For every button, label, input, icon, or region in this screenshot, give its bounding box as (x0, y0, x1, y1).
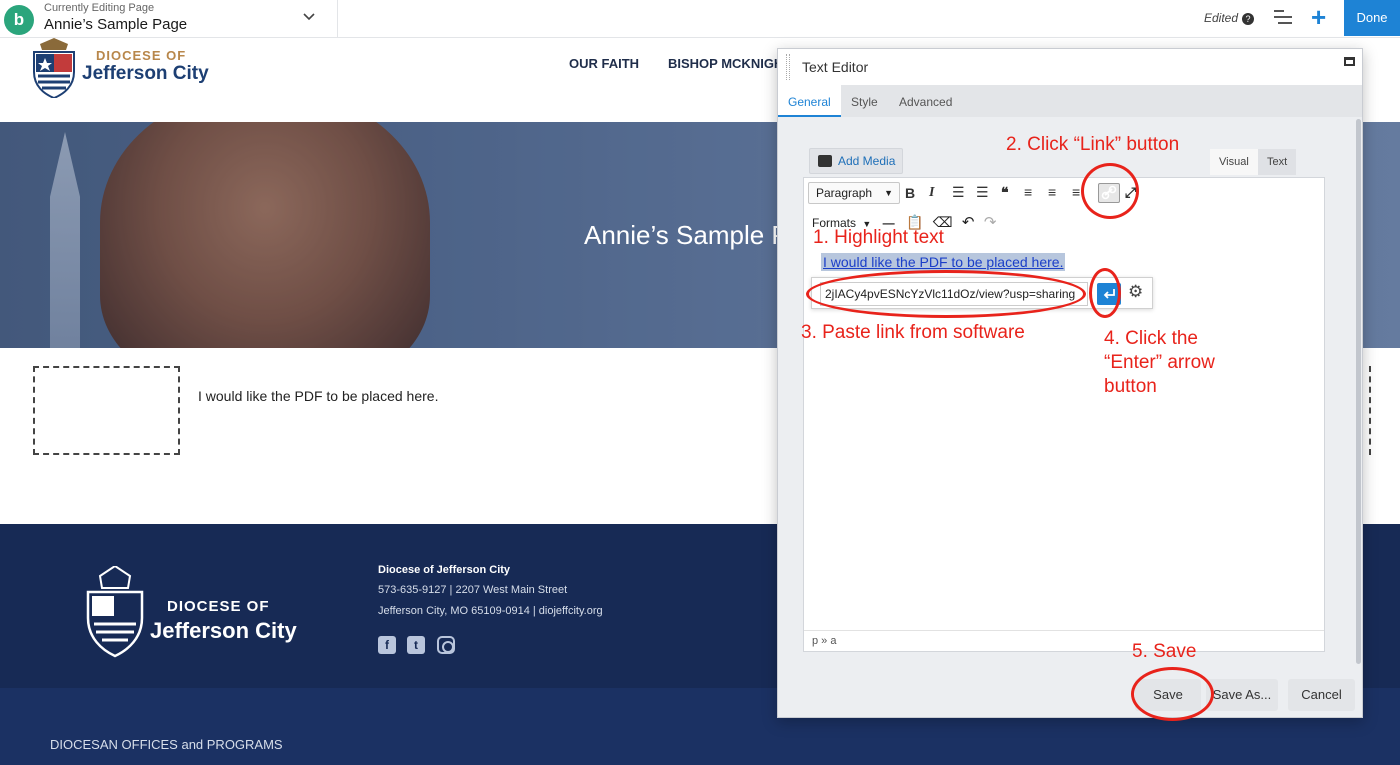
edited-status[interactable]: Edited? (1204, 11, 1255, 25)
beaver-builder-logo[interactable]: b (4, 5, 34, 35)
module-outline (1366, 366, 1371, 455)
tab-style[interactable]: Style (841, 85, 888, 117)
undo-icon[interactable]: ↶ (962, 214, 975, 231)
nav-item-our-faith[interactable]: OUR FAITH (569, 56, 639, 71)
annotation-step-4-line-2: “Enter” arrow (1104, 352, 1215, 373)
format-select-value: Paragraph (816, 186, 873, 200)
content-paragraph[interactable]: I would like the PDF to be placed here. (198, 388, 438, 404)
tab-text[interactable]: Text (1258, 149, 1297, 175)
tab-general[interactable]: General (778, 85, 841, 117)
panel-scrollbar[interactable] (1356, 119, 1361, 664)
footer-org-main: Jefferson City (150, 618, 297, 643)
selected-link-text[interactable]: I would like the PDF to be placed here. (821, 253, 1066, 271)
footer-org-top: DIOCESE OF (167, 598, 270, 615)
annotation-step-5: 5. Save (1132, 641, 1197, 662)
chevron-down-icon[interactable] (303, 8, 315, 24)
done-button[interactable]: Done (1344, 0, 1400, 36)
cancel-button[interactable]: Cancel (1288, 679, 1355, 711)
link-options-gear-icon[interactable]: ⚙ (1128, 282, 1143, 302)
media-icon (818, 155, 832, 167)
annotation-ring-link (1081, 163, 1139, 219)
annotation-step-3: 3. Paste link from software (801, 322, 1025, 343)
instagram-icon[interactable] (437, 636, 455, 654)
outline-icon[interactable] (1274, 10, 1292, 28)
page-switcher[interactable]: Currently Editing Page Annie’s Sample Pa… (44, 2, 187, 34)
hero-title: Annie’s Sample P (584, 220, 789, 250)
align-right-icon[interactable]: ≡ (1072, 183, 1080, 201)
blockquote-icon[interactable]: ❝ (1001, 183, 1009, 201)
help-icon[interactable]: ? (1242, 12, 1255, 25)
annotation-step-4-line-3: button (1104, 376, 1157, 397)
italic-icon[interactable]: I (929, 184, 934, 202)
bullet-list-icon[interactable]: ☰ (952, 183, 965, 201)
paragraph-format-select[interactable]: Paragraph ▼ (808, 182, 900, 204)
add-media-label: Add Media (838, 154, 896, 168)
diocese-crest-logo[interactable] (30, 38, 78, 103)
page-name: Annie’s Sample Page (44, 16, 188, 33)
footer-crest-logo (84, 564, 146, 663)
tab-visual[interactable]: Visual (1210, 149, 1258, 175)
tumblr-icon[interactable]: t (407, 636, 425, 654)
panel-tabs: General Style Advanced (778, 85, 1362, 117)
align-left-icon[interactable]: ≡ (1024, 183, 1032, 201)
footer-phone-address: 573-635-9127 | 2207 West Main Street (378, 584, 568, 596)
annotation-step-1: 1. Highlight text (813, 227, 944, 248)
org-name-main: Jefferson City (82, 63, 209, 84)
pdf-placeholder[interactable] (33, 366, 180, 455)
annotation-step-4-line-1: 4. Click the (1104, 328, 1198, 349)
add-media-button[interactable]: Add Media (809, 148, 903, 174)
add-content-icon[interactable]: + (1311, 2, 1326, 32)
annotation-ring-save (1131, 667, 1214, 721)
annotation-step-4: 4. Click the “Enter” arrow button (1104, 327, 1215, 399)
save-as-button[interactable]: Save As... (1206, 679, 1278, 711)
panel-title: Text Editor (802, 59, 869, 75)
edited-label: Edited (1204, 11, 1239, 25)
redo-icon[interactable]: ↷ (984, 214, 997, 231)
footer-city-website: Jefferson City, MO 65109-0914 | diojeffc… (378, 605, 603, 617)
footer-offices-link[interactable]: DIOCESAN OFFICES and PROGRAMS (50, 737, 283, 752)
maximize-icon[interactable] (1344, 57, 1355, 66)
panel-header[interactable]: Text Editor (778, 49, 1362, 85)
bold-icon[interactable]: B (905, 184, 915, 202)
org-name-top: DIOCESE OF (96, 48, 187, 63)
nav-item-bishop[interactable]: BISHOP MCKNIGH (668, 56, 783, 71)
facebook-icon[interactable]: f (378, 636, 396, 654)
tab-advanced[interactable]: Advanced (889, 85, 962, 117)
annotation-ring-url (806, 270, 1086, 318)
annotation-step-2: 2. Click “Link” button (1006, 134, 1180, 155)
footer-diocese-name: Diocese of Jefferson City (378, 564, 511, 576)
divider (337, 0, 338, 38)
numbered-list-icon[interactable]: ☰ (976, 183, 989, 201)
annotation-ring-enter (1089, 268, 1121, 318)
drag-handle-icon[interactable] (786, 54, 790, 80)
editing-label: Currently Editing Page (44, 2, 155, 14)
editor-statusbar: p » a (804, 630, 1324, 651)
builder-topbar: b Currently Editing Page Annie’s Sample … (0, 0, 1400, 38)
align-center-icon[interactable]: ≡ (1048, 183, 1056, 201)
